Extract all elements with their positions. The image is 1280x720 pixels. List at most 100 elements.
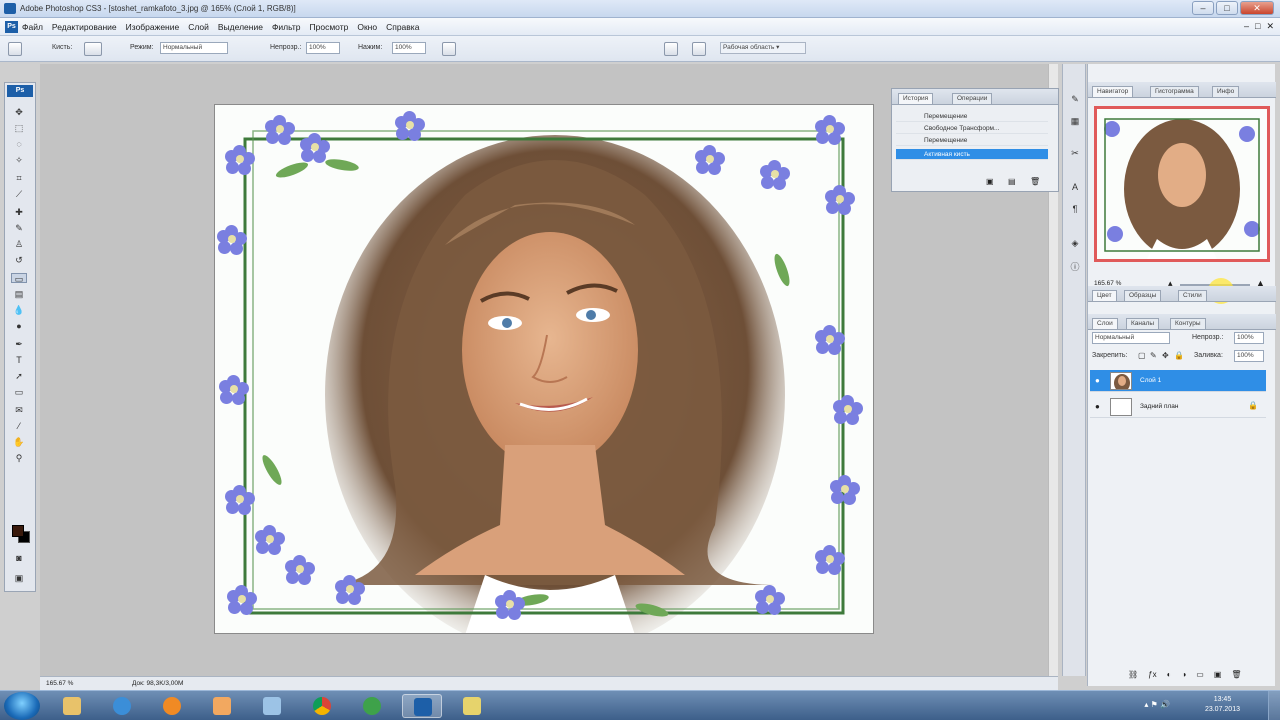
start-button[interactable] — [4, 692, 40, 720]
menu-file[interactable]: Файл — [22, 22, 43, 32]
menu-layer[interactable]: Слой — [188, 22, 209, 32]
opacity-field[interactable]: 100% — [306, 42, 340, 54]
close-button[interactable]: ✕ — [1240, 1, 1274, 15]
slice-icon[interactable]: ⟋ — [11, 189, 27, 199]
delete-layer-icon[interactable]: 🗑 — [1231, 670, 1241, 679]
type-icon[interactable]: T — [11, 355, 27, 365]
info-icon[interactable]: ⓘ — [1068, 260, 1082, 272]
workspace-menu[interactable]: Рабочая область ▾ — [720, 42, 806, 54]
fill-field[interactable]: 100% — [1234, 350, 1264, 362]
menu-image[interactable]: Изображение — [126, 22, 180, 32]
paragraph-icon[interactable]: ¶ — [1068, 204, 1082, 216]
marquee-icon[interactable]: ⬚ — [11, 123, 27, 133]
doc-restore-button[interactable]: □ — [1255, 21, 1260, 32]
brushes-icon[interactable]: ✎ — [1068, 94, 1082, 106]
layer-style-icon[interactable]: ƒx — [1148, 670, 1156, 679]
photoshop-icon[interactable] — [402, 694, 442, 718]
link-layers-icon[interactable]: ⛓ — [1128, 670, 1138, 679]
notes-icon[interactable]: ✉ — [11, 405, 27, 415]
document-canvas[interactable] — [214, 104, 874, 634]
gradient-icon[interactable]: ▤ — [11, 289, 27, 299]
history-brush-icon[interactable]: ↺ — [11, 255, 27, 265]
foreground-color-swatch[interactable] — [12, 525, 24, 537]
doc-minimize-button[interactable]: – — [1244, 21, 1249, 32]
menu-help[interactable]: Справка — [386, 22, 419, 32]
doc-close-button[interactable]: ✕ — [1266, 21, 1274, 32]
hand-icon[interactable]: ✋ — [11, 437, 27, 447]
healing-icon[interactable]: ✚ — [11, 207, 27, 217]
tool-preset-icon[interactable] — [8, 42, 22, 56]
menu-filter[interactable]: Фильтр — [272, 22, 301, 32]
menu-view[interactable]: Просмотр — [310, 22, 349, 32]
character-icon[interactable]: A — [1068, 182, 1082, 194]
new-layer-icon[interactable]: ▣ — [1214, 670, 1222, 679]
navigator-thumbnail[interactable] — [1094, 106, 1270, 262]
layer-row-selected[interactable]: ● Слой 1 — [1090, 370, 1266, 392]
new-snapshot-icon[interactable]: ▣ — [986, 177, 994, 186]
paint-icon[interactable] — [202, 694, 242, 718]
layer-comps-icon[interactable]: ✂ — [1068, 148, 1082, 160]
minimize-button[interactable]: – — [1192, 1, 1214, 15]
trash-icon[interactable]: 🗑 — [1030, 177, 1040, 186]
palette-well-icon[interactable] — [664, 42, 678, 56]
bridge-icon[interactable] — [692, 42, 706, 56]
history-row[interactable]: Свободное Трансформ... — [896, 123, 1048, 134]
layer-mask-icon[interactable]: ◐ — [1167, 670, 1172, 679]
history-row-selected[interactable]: Активная кисть — [896, 149, 1048, 160]
lock-all-icon[interactable]: 🔒 — [1174, 351, 1184, 360]
utorrent-icon[interactable] — [352, 694, 392, 718]
maximize-button[interactable]: □ — [1216, 1, 1238, 15]
menu-edit[interactable]: Редактирование — [52, 22, 117, 32]
tab-history[interactable]: История — [898, 93, 934, 104]
mode-select[interactable]: Нормальный — [160, 42, 228, 54]
tab-histogram[interactable]: Гистограмма — [1150, 86, 1199, 97]
lock-transparent-icon[interactable]: ▢ — [1138, 351, 1146, 360]
flow-field[interactable]: 100% — [392, 42, 426, 54]
eye-icon[interactable]: ● — [1095, 402, 1100, 411]
clone-source-icon[interactable]: ◈ — [1068, 238, 1082, 250]
tab-paths[interactable]: Контуры — [1170, 318, 1206, 329]
shape-icon[interactable]: ▭ — [11, 387, 27, 397]
move-icon[interactable]: ✥ — [11, 107, 27, 117]
explorer-icon[interactable] — [52, 694, 92, 718]
ie-icon[interactable] — [102, 694, 142, 718]
quick-mask-icon[interactable]: ◙ — [11, 553, 27, 563]
tab-swatches[interactable]: Образцы — [1124, 290, 1162, 301]
zoom-icon[interactable]: ⚲ — [11, 453, 27, 463]
pen-icon[interactable]: ✒ — [11, 339, 27, 349]
path-select-icon[interactable]: ➚ — [11, 371, 27, 381]
network-icon[interactable] — [252, 694, 292, 718]
brush-picker-icon[interactable] — [84, 42, 102, 56]
brush-icon[interactable]: ✎ — [11, 223, 27, 233]
tray-icons[interactable]: ▴ ⚑ 🔊 — [1144, 700, 1170, 709]
layer-row[interactable]: ● Задний план 🔒 — [1090, 396, 1266, 418]
history-row[interactable]: Перемещение — [896, 135, 1048, 146]
new-group-icon[interactable]: ▭ — [1196, 670, 1204, 679]
tab-color[interactable]: Цвет — [1092, 290, 1117, 301]
layer-opacity-field[interactable]: 100% — [1234, 332, 1264, 344]
adjustment-layer-icon[interactable]: ◑ — [1181, 670, 1186, 679]
blend-mode-select[interactable]: Нормальный — [1092, 332, 1170, 344]
tab-info[interactable]: Инфо — [1212, 86, 1240, 97]
tab-layers[interactable]: Слои — [1092, 318, 1118, 329]
history-row[interactable]: Перемещение — [896, 111, 1048, 122]
lock-pixels-icon[interactable]: ✎ — [1150, 351, 1157, 360]
crop-icon[interactable]: ⌗ — [11, 173, 27, 183]
status-zoom[interactable]: 165.67 % — [46, 680, 73, 687]
tab-actions[interactable]: Операции — [952, 93, 993, 104]
blur-icon[interactable]: 💧 — [11, 305, 27, 315]
lock-position-icon[interactable]: ✥ — [1162, 351, 1169, 360]
eye-icon[interactable]: ● — [1095, 376, 1100, 385]
tab-navigator[interactable]: Навигатор — [1092, 86, 1134, 97]
menu-select[interactable]: Выделение — [218, 22, 263, 32]
media-player-icon[interactable] — [152, 694, 192, 718]
dodge-icon[interactable]: ● — [11, 321, 27, 331]
menu-window[interactable]: Окно — [357, 22, 377, 32]
airbrush-icon[interactable] — [442, 42, 456, 56]
screen-mode-icon[interactable]: ▣ — [11, 573, 27, 583]
show-desktop-button[interactable] — [1268, 691, 1280, 720]
tool-presets-icon[interactable]: ▦ — [1068, 116, 1082, 128]
eyedropper-icon[interactable]: ⁄ — [11, 421, 27, 431]
magic-wand-icon[interactable]: ✧ — [11, 155, 27, 165]
new-document-icon[interactable]: ▤ — [1008, 177, 1016, 186]
